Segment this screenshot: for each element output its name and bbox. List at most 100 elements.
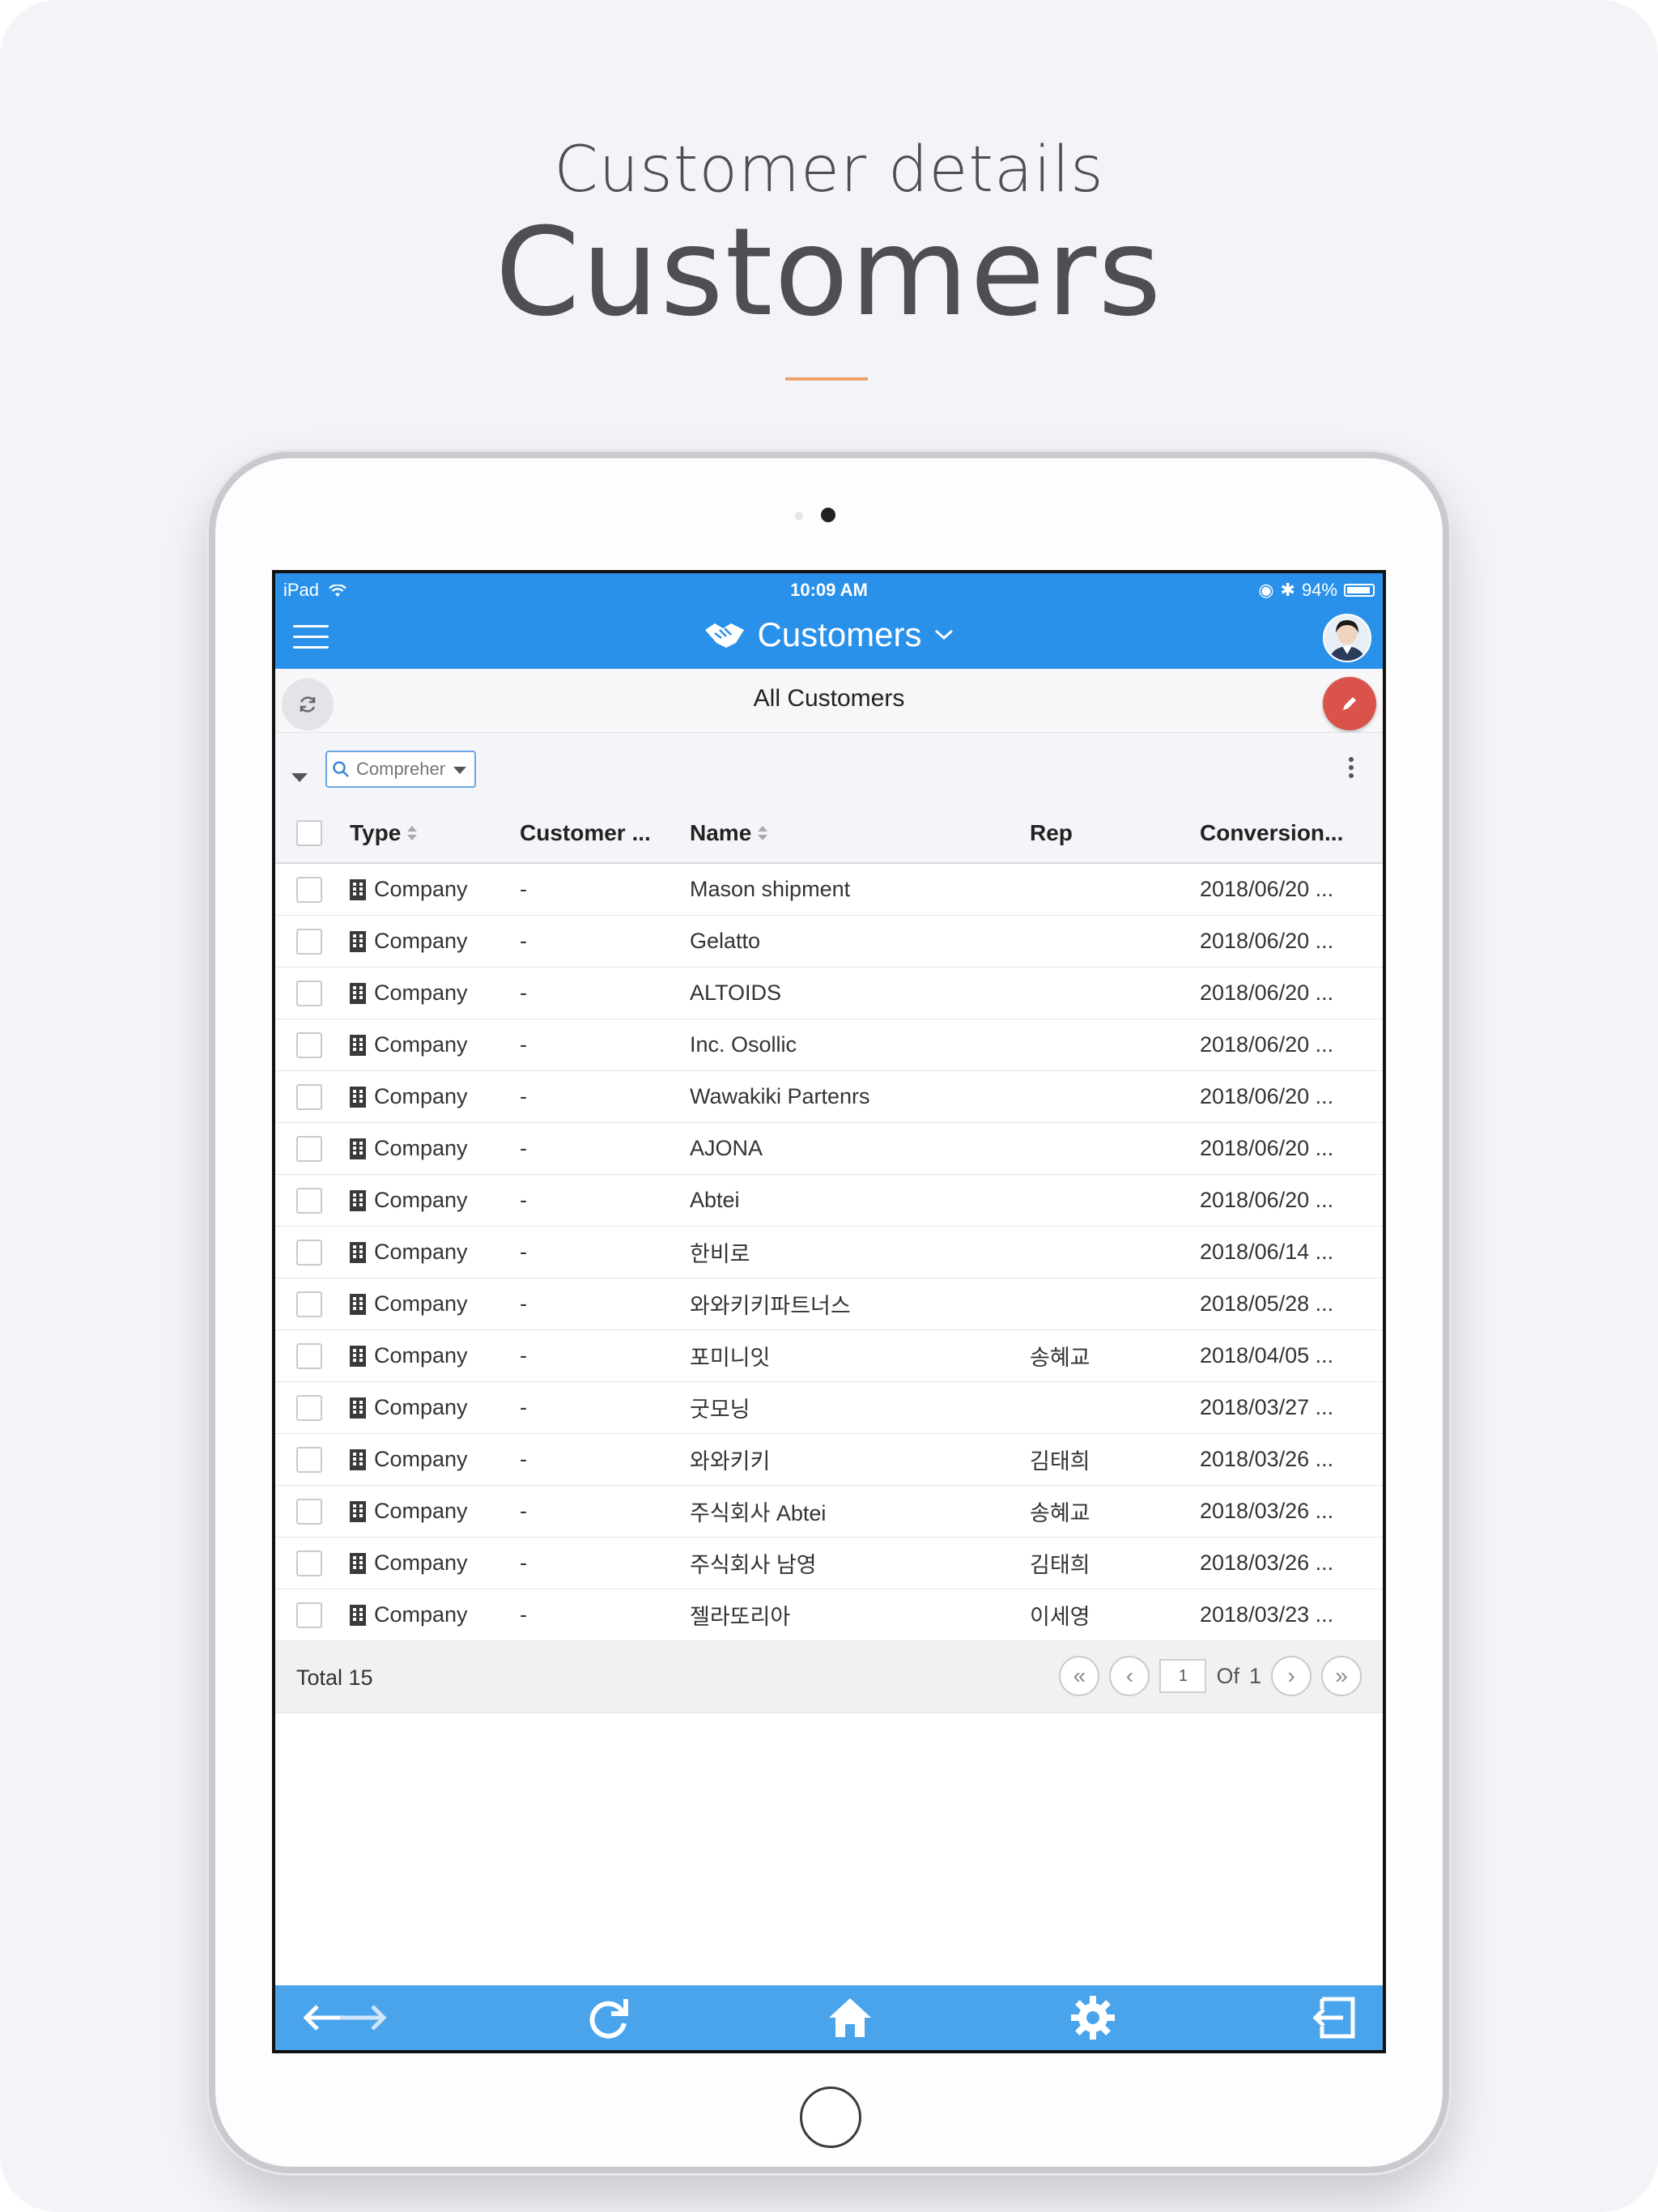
reload-button[interactable] [583, 1992, 635, 2044]
back-forward-button[interactable] [300, 1992, 389, 2044]
row-select-cell [296, 1382, 322, 1433]
name-cell[interactable]: 와와키키파트너스 [690, 1278, 851, 1329]
table-row[interactable]: Company - 와와키키파트너스 2018/05/28 ... [275, 1278, 1383, 1330]
table-row[interactable]: Company - 한비로 2018/06/14 ... [275, 1227, 1383, 1278]
more-options-icon[interactable] [1349, 757, 1355, 781]
conversion-text: 2018/06/20 ... [1200, 1084, 1334, 1108]
table-row[interactable]: Company - 굿모닝 2018/03/27 ... [275, 1382, 1383, 1434]
name-cell[interactable]: Abtei [690, 1175, 740, 1226]
name-cell[interactable]: 한비로 [690, 1227, 750, 1278]
row-checkbox[interactable] [296, 1602, 322, 1628]
select-all-checkbox[interactable] [296, 820, 322, 846]
name-cell[interactable]: Inc. Osollic [690, 1019, 797, 1070]
ipad-home-button[interactable] [800, 2087, 861, 2148]
nav-title-dropdown[interactable]: Customers [275, 615, 1383, 654]
search-field[interactable] [325, 751, 476, 788]
row-checkbox[interactable] [296, 876, 322, 903]
prev-page-button[interactable]: ‹ [1109, 1656, 1150, 1696]
settings-icon [1071, 1996, 1115, 2040]
conversion-text: 2018/03/26 ... [1200, 1551, 1334, 1575]
search-input[interactable] [355, 758, 447, 781]
name-cell[interactable]: 포미니잇 [690, 1330, 770, 1381]
conversion-text: 2018/03/23 ... [1200, 1602, 1334, 1627]
row-checkbox[interactable] [296, 1550, 322, 1576]
name-cell[interactable]: ALTOIDS [690, 968, 781, 1019]
row-checkbox[interactable] [296, 1394, 322, 1421]
name-cell[interactable]: Mason shipment [690, 864, 850, 915]
page-number-input[interactable] [1159, 1659, 1207, 1693]
row-checkbox[interactable] [296, 928, 322, 955]
row-checkbox[interactable] [296, 1446, 322, 1473]
total-count: Total 15 [296, 1665, 373, 1690]
name-text: 와와키키 [690, 1449, 771, 1474]
settings-button[interactable] [1067, 1992, 1119, 2044]
first-page-button[interactable]: « [1059, 1656, 1100, 1696]
row-checkbox[interactable] [296, 1498, 322, 1525]
battery-fill [1347, 587, 1370, 593]
conversion-text: 2018/05/28 ... [1200, 1291, 1334, 1316]
row-checkbox[interactable] [296, 1342, 322, 1369]
customer-text: - [520, 929, 527, 953]
accent-divider [785, 377, 868, 381]
next-page-button[interactable]: › [1271, 1656, 1312, 1696]
handshake-icon [705, 623, 745, 648]
row-checkbox[interactable] [296, 1032, 322, 1058]
table-row[interactable]: Company - 주식회사 Abtei 송혜교 2018/03/26 ... [275, 1486, 1383, 1538]
table-row[interactable]: Company - 젤라또리아 이세영 2018/03/23 ... [275, 1589, 1383, 1641]
column-header-conversion[interactable]: Conversion... [1200, 804, 1354, 862]
edit-button[interactable] [1323, 677, 1376, 730]
avatar[interactable] [1323, 614, 1371, 662]
bottom-toolbar [275, 1985, 1383, 2050]
table-row[interactable]: Company - ALTOIDS 2018/06/20 ... [275, 968, 1383, 1019]
table-body: Company - Mason shipment 2018/06/20 ... Comp… [275, 864, 1383, 1641]
row-checkbox[interactable] [296, 1239, 322, 1266]
table-row[interactable]: Company - 와와키키 김태희 2018/03/26 ... [275, 1434, 1383, 1486]
column-header-rep[interactable]: Rep [1030, 804, 1073, 862]
name-cell[interactable]: 와와키키 [690, 1434, 770, 1485]
name-text: Gelatto [690, 929, 761, 953]
table-row[interactable]: Company - 포미니잇 송혜교 2018/04/05 ... [275, 1330, 1383, 1382]
logout-button[interactable] [1308, 1992, 1360, 2044]
row-select-cell [296, 1071, 322, 1122]
promo-canvas: Customer details Customers iPad 10:09 AM… [0, 0, 1658, 2212]
table-row[interactable]: Company - Wawakiki Partenrs 2018/06/20 ... [275, 1071, 1383, 1123]
building-icon [350, 878, 366, 900]
type-text: Company [374, 1343, 468, 1368]
name-text: ALTOIDS [690, 981, 782, 1005]
customer-cell: - [520, 1589, 527, 1640]
last-page-button[interactable]: » [1321, 1656, 1362, 1696]
sort-icon[interactable] [758, 826, 768, 840]
rep-cell: 김태희 [1030, 1434, 1090, 1485]
battery-icon [1344, 584, 1375, 597]
name-cell[interactable]: 굿모닝 [690, 1382, 750, 1433]
table-row[interactable]: Company - Gelatto 2018/06/20 ... [275, 916, 1383, 968]
home-button[interactable] [824, 1992, 876, 2044]
table-row[interactable]: Company - Mason shipment 2018/06/20 ... [275, 864, 1383, 916]
column-header-name[interactable]: Name [690, 804, 768, 862]
row-checkbox[interactable] [296, 980, 322, 1006]
name-cell[interactable]: AJONA [690, 1123, 763, 1174]
sort-icon[interactable] [407, 826, 418, 840]
name-cell[interactable]: Wawakiki Partenrs [690, 1071, 870, 1122]
row-checkbox[interactable] [296, 1291, 322, 1317]
search-scope-dropdown-icon[interactable] [453, 767, 466, 774]
table-row[interactable]: Company - Abtei 2018/06/20 ... [275, 1175, 1383, 1227]
table-row[interactable]: Company - AJONA 2018/06/20 ... [275, 1123, 1383, 1175]
building-icon [350, 1500, 366, 1522]
name-cell[interactable]: 주식회사 Abtei [690, 1486, 826, 1537]
customer-cell: - [520, 1434, 527, 1485]
conversion-cell: 2018/03/27 ... [1200, 1382, 1354, 1433]
row-checkbox[interactable] [296, 1187, 322, 1214]
row-checkbox[interactable] [296, 1135, 322, 1162]
type-text: Company [374, 1602, 468, 1627]
row-checkbox[interactable] [296, 1083, 322, 1110]
column-header-customer[interactable]: Customer ... [520, 804, 651, 862]
table-row[interactable]: Company - 주식회사 남영 김태희 2018/03/26 ... [275, 1538, 1383, 1589]
double-chevron-right-icon: » [1335, 1663, 1348, 1688]
filter-toggle-caret-icon[interactable] [291, 773, 308, 782]
name-cell[interactable]: 주식회사 남영 [690, 1538, 817, 1589]
name-cell[interactable]: Gelatto [690, 916, 760, 967]
table-row[interactable]: Company - Inc. Osollic 2018/06/20 ... [275, 1019, 1383, 1071]
name-cell[interactable]: 젤라또리아 [690, 1589, 790, 1640]
column-header-type[interactable]: Type [350, 804, 418, 862]
